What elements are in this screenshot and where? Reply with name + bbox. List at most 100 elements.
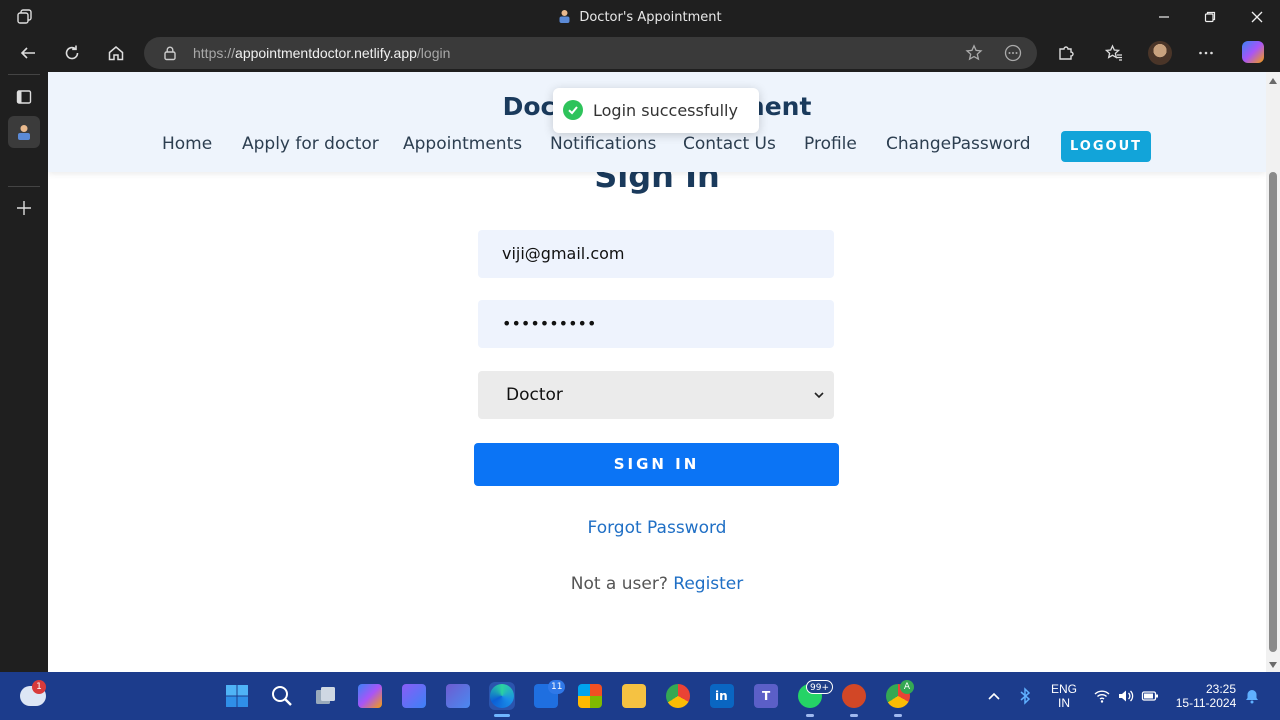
tab-actions-button[interactable] bbox=[13, 86, 35, 108]
favorite-star-icon[interactable] bbox=[965, 44, 983, 62]
nav-home[interactable]: Home bbox=[162, 134, 212, 154]
nav-appointments[interactable]: Appointments bbox=[403, 134, 522, 154]
settings-menu-button[interactable] bbox=[1195, 42, 1217, 64]
media-app-icon[interactable] bbox=[446, 684, 470, 708]
running-app-indicator bbox=[806, 714, 814, 717]
chevron-up-icon[interactable] bbox=[986, 688, 1002, 704]
doctor-favicon-icon bbox=[559, 10, 570, 23]
clipchamp-icon[interactable] bbox=[402, 684, 426, 708]
clock-date: 15-11-2024 bbox=[1175, 696, 1237, 710]
sidebar-divider bbox=[8, 74, 40, 75]
new-tab-button[interactable] bbox=[13, 197, 35, 219]
vertical-tab-sidebar bbox=[0, 72, 48, 672]
chrome-icon[interactable] bbox=[666, 684, 690, 708]
browser-title-bar: Doctor's Appointment bbox=[0, 0, 1280, 34]
sign-in-button[interactable]: SIGN IN bbox=[474, 443, 839, 486]
scrollbar-thumb[interactable] bbox=[1269, 172, 1277, 652]
check-circle-icon bbox=[563, 100, 583, 120]
chevron-down-icon bbox=[814, 392, 824, 399]
active-app-indicator bbox=[494, 714, 510, 717]
copilot-taskbar-icon[interactable] bbox=[358, 684, 382, 708]
edge-icon[interactable] bbox=[490, 684, 514, 708]
register-prompt: Not a user? Register bbox=[48, 574, 1266, 594]
extensions-button[interactable] bbox=[1055, 42, 1077, 64]
home-button[interactable] bbox=[105, 42, 127, 64]
whatsapp-badge: 99+ bbox=[806, 680, 833, 694]
nav-apply-for-doctor[interactable]: Apply for doctor bbox=[242, 134, 379, 154]
minimize-icon bbox=[1159, 16, 1169, 18]
puzzle-icon bbox=[1059, 46, 1074, 60]
language-line1: ENG bbox=[1050, 682, 1077, 696]
language-line2: IN bbox=[1058, 696, 1070, 710]
powerpoint-icon[interactable] bbox=[842, 684, 866, 708]
plus-icon bbox=[17, 201, 31, 215]
doctor-favicon-icon bbox=[18, 125, 30, 140]
scroll-down-arrow-icon[interactable] bbox=[1269, 662, 1277, 668]
window-title: Doctor's Appointment bbox=[0, 9, 1280, 25]
restore-icon bbox=[1204, 11, 1216, 23]
language-indicator[interactable]: ENG IN bbox=[1046, 682, 1082, 710]
page-scrollbar[interactable] bbox=[1266, 72, 1280, 672]
register-link[interactable]: Register bbox=[673, 574, 743, 594]
nav-notifications[interactable]: Notifications bbox=[550, 134, 656, 154]
mail-badge: 11 bbox=[548, 680, 566, 694]
minimize-button[interactable] bbox=[1141, 0, 1187, 34]
url-host: appointmentdoctor.netlify.app bbox=[235, 45, 417, 61]
wifi-icon[interactable] bbox=[1094, 688, 1110, 704]
linkedin-icon[interactable]: in bbox=[710, 684, 734, 708]
clock-time: 23:25 bbox=[1205, 682, 1236, 696]
refresh-button[interactable] bbox=[61, 42, 83, 64]
nav-change-password[interactable]: ChangePassword bbox=[886, 134, 1031, 154]
chrome-profile-badge: A bbox=[900, 680, 914, 694]
email-field[interactable]: viji@gmail.com bbox=[478, 230, 834, 278]
back-arrow-icon bbox=[20, 47, 35, 59]
role-select[interactable]: Doctor bbox=[478, 371, 834, 419]
running-app-indicator bbox=[894, 714, 902, 717]
success-toast[interactable]: Login successfully bbox=[553, 88, 759, 133]
home-icon bbox=[108, 46, 124, 61]
bluetooth-icon[interactable] bbox=[1018, 687, 1032, 705]
scroll-up-arrow-icon[interactable] bbox=[1269, 78, 1277, 84]
back-button[interactable] bbox=[17, 42, 39, 64]
more-icon bbox=[1199, 51, 1213, 55]
password-field[interactable]: •••••••••• bbox=[478, 300, 834, 348]
logout-button[interactable]: LOGOUT bbox=[1061, 131, 1151, 162]
start-windows-icon[interactable] bbox=[225, 684, 249, 708]
nav-contact-us[interactable]: Contact Us bbox=[683, 134, 776, 154]
url-text[interactable]: https://appointmentdoctor.netlify.app/lo… bbox=[193, 45, 450, 61]
restore-button[interactable] bbox=[1187, 0, 1233, 34]
clock[interactable]: 23:25 15-11-2024 bbox=[1168, 682, 1244, 710]
windows-taskbar: 1 11 in T 99+ A ENG IN 23:25 15-11-2024 bbox=[0, 672, 1280, 720]
url-path: /login bbox=[416, 45, 451, 61]
task-view-icon[interactable] bbox=[314, 684, 338, 708]
sidebar-divider bbox=[8, 186, 40, 187]
page-viewport: Doctor's Appointment Home Apply for doct… bbox=[48, 72, 1266, 672]
battery-icon[interactable] bbox=[1141, 688, 1159, 704]
forgot-password-link[interactable]: Forgot Password bbox=[48, 518, 1266, 538]
volume-icon[interactable] bbox=[1117, 688, 1135, 704]
profile-avatar[interactable] bbox=[1148, 41, 1172, 65]
teams-icon[interactable]: T bbox=[754, 684, 778, 708]
tab-favicon-doctor[interactable] bbox=[13, 121, 35, 143]
close-icon bbox=[1251, 11, 1263, 23]
store-icon[interactable] bbox=[578, 684, 602, 708]
copilot-icon[interactable] bbox=[1242, 41, 1264, 63]
lock-icon[interactable] bbox=[162, 45, 178, 61]
favorites-button[interactable] bbox=[1103, 42, 1125, 64]
favorites-icon bbox=[1105, 44, 1122, 61]
close-window-button[interactable] bbox=[1234, 0, 1280, 34]
role-select-value: Doctor bbox=[506, 385, 563, 405]
nav-profile[interactable]: Profile bbox=[804, 134, 857, 154]
toast-message: Login successfully bbox=[593, 101, 738, 120]
register-prompt-text: Not a user? bbox=[570, 574, 668, 594]
tab-actions-icon bbox=[16, 90, 32, 104]
address-bar[interactable]: https://appointmentdoctor.netlify.app/lo… bbox=[144, 37, 1037, 69]
browser-toolbar: https://appointmentdoctor.netlify.app/lo… bbox=[0, 34, 1280, 72]
refresh-icon bbox=[65, 45, 79, 60]
notification-bell-icon[interactable] bbox=[1244, 688, 1260, 704]
running-app-indicator bbox=[850, 714, 858, 717]
search-icon[interactable] bbox=[270, 684, 294, 708]
more-options-circle-icon[interactable] bbox=[1004, 44, 1022, 62]
file-explorer-icon[interactable] bbox=[622, 684, 646, 708]
window-title-text: Doctor's Appointment bbox=[579, 10, 722, 25]
